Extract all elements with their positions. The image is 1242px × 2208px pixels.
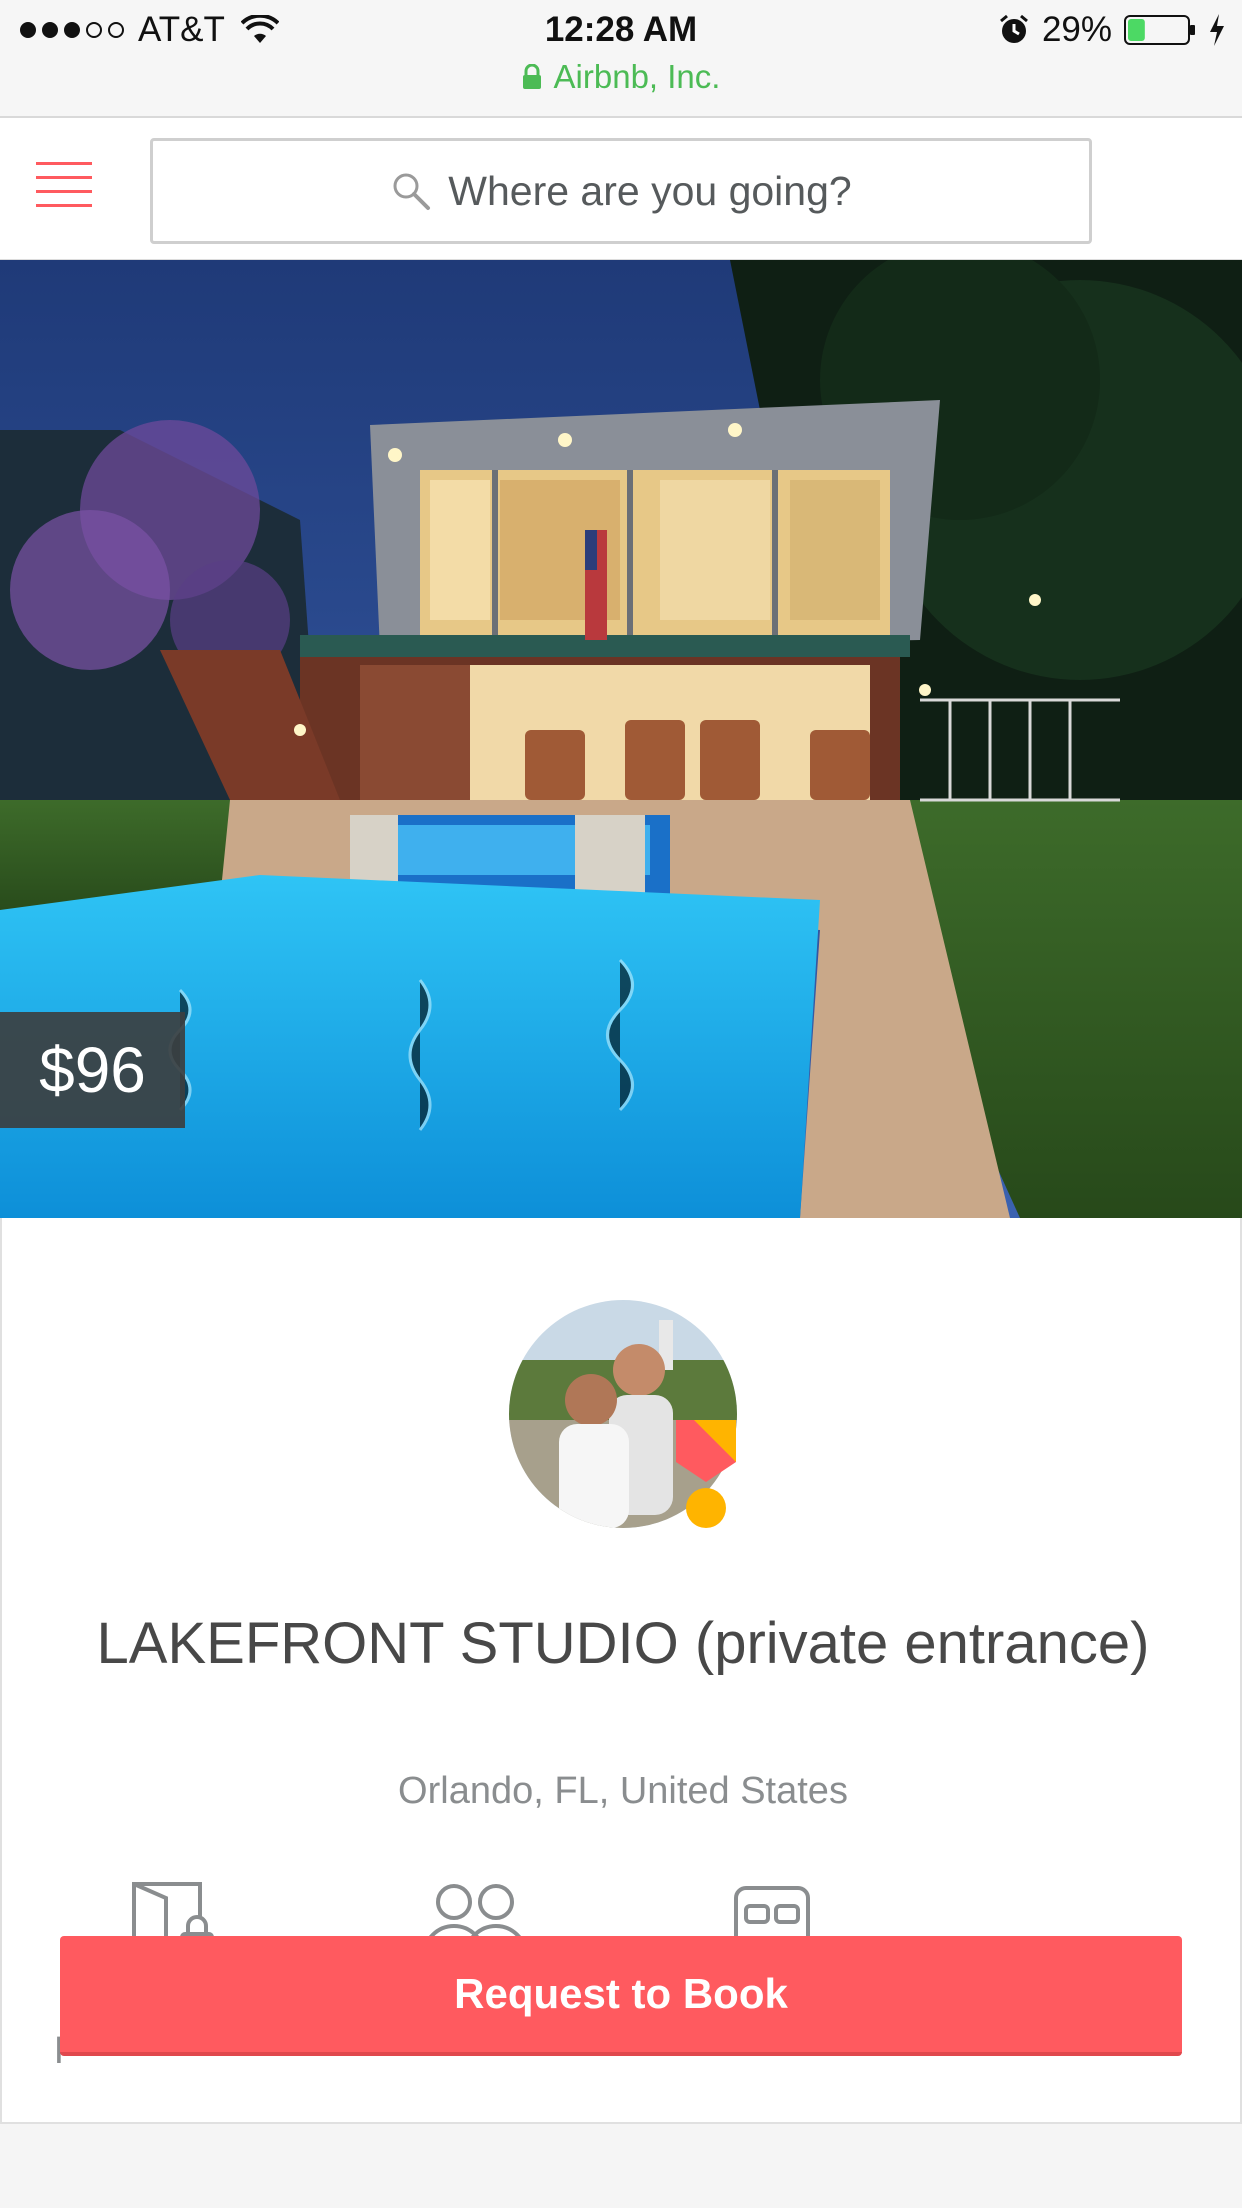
search-header: Where are you going? [0, 118, 1242, 260]
listing-photo[interactable] [0, 260, 1242, 1218]
status-bar: AT&T 12:28 AM 29% Airbnb, Inc. [0, 0, 1242, 118]
site-name: Airbnb, Inc. [553, 58, 721, 95]
site-identity[interactable]: Airbnb, Inc. [0, 58, 1242, 96]
superhost-badge-icon [676, 1420, 736, 1528]
battery-percentage: 29% [1041, 10, 1112, 49]
charging-icon [1210, 14, 1224, 46]
battery-icon [1124, 15, 1195, 45]
status-right: 29% [998, 10, 1226, 50]
listing-location: Orlando, FL, United States [398, 1770, 848, 1812]
search-input[interactable]: Where are you going? [150, 138, 1092, 244]
listing-title: LAKEFRONT STUDIO (private entrance) [96, 1611, 1150, 1676]
lock-icon [522, 64, 541, 89]
search-placeholder: Where are you going? [448, 167, 852, 214]
request-to-book-button[interactable]: Request to Book [60, 1936, 1182, 2056]
host-avatar-group[interactable] [509, 1300, 739, 1550]
price-tag: $96 [0, 1012, 185, 1128]
search-icon [393, 173, 431, 210]
alarm-icon [999, 14, 1028, 43]
hamburger-icon[interactable] [36, 162, 92, 210]
listing-photo-illustration [0, 260, 1242, 1218]
